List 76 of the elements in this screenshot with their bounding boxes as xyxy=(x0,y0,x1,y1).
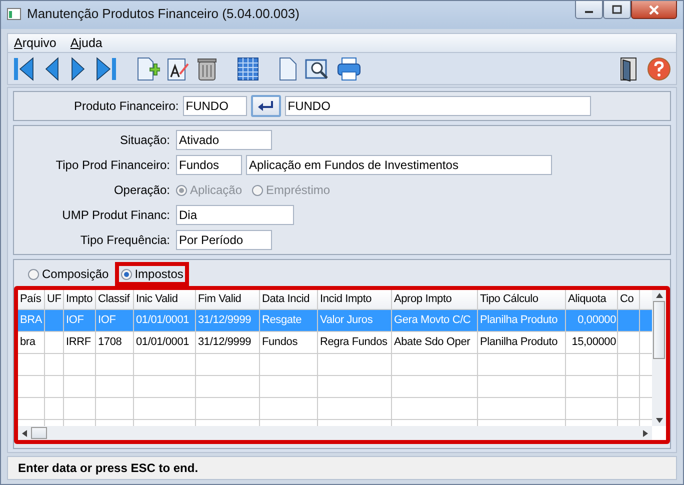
column-header[interactable]: Tipo Cálculo xyxy=(478,290,566,310)
tab-radio[interactable]: Composição xyxy=(22,262,115,286)
field-label: Situação: xyxy=(118,133,170,148)
table-cell: IOF xyxy=(64,310,96,332)
close-button[interactable] xyxy=(631,1,677,19)
table-cell: Planilha Produto xyxy=(478,310,566,332)
column-header[interactable]: UF xyxy=(45,290,64,310)
column-header[interactable]: Inic Valid xyxy=(134,290,196,310)
input-field[interactable]: Fundos xyxy=(176,155,242,176)
enter-arrow-icon xyxy=(256,100,275,112)
input-field[interactable]: Por Período xyxy=(176,230,272,250)
column-header[interactable]: Impto xyxy=(64,290,96,310)
column-header[interactable]: Data Incid xyxy=(260,290,318,310)
printer-icon[interactable] xyxy=(336,56,362,82)
field-label: Operação: xyxy=(112,183,170,198)
minimize-button[interactable] xyxy=(575,1,603,19)
table-cell: 15,00000 xyxy=(566,332,618,354)
field-label: Tipo Frequência: xyxy=(79,233,170,248)
maximize-button[interactable] xyxy=(603,1,631,19)
field-label: UMP Produt Financ: xyxy=(61,208,170,222)
scrollbar-thumb[interactable] xyxy=(653,301,665,360)
column-header[interactable]: Fim Valid xyxy=(196,290,260,310)
window-icon xyxy=(7,8,21,20)
table-cell: 0,00000 xyxy=(566,310,618,332)
field-label: Tipo Prod Financeiro: xyxy=(54,158,170,172)
table-cell: bra xyxy=(18,332,45,354)
field-label: Produto Financeiro: xyxy=(74,99,179,114)
edit-text-icon[interactable] xyxy=(166,56,190,82)
product-description-field[interactable]: FUNDO xyxy=(284,96,591,116)
close-icon xyxy=(648,4,660,14)
lookup-button[interactable] xyxy=(250,95,281,118)
scrollbar-thumb[interactable] xyxy=(31,427,47,440)
scroll-down-icon[interactable] xyxy=(656,418,662,424)
table-row[interactable]: bra IRRF 1708 01/01/0001 31/12/9999 Fundos Regra Fundos Abate Sdo Oper Planilha Produto 15,00000 xyxy=(18,332,652,354)
status-bar: Enter data or press ESC to end. xyxy=(7,456,677,480)
calendar-grid-icon[interactable] xyxy=(236,56,260,82)
maximize-icon xyxy=(612,5,622,14)
last-record-icon[interactable] xyxy=(94,56,118,82)
column-header[interactable]: Classif xyxy=(96,290,134,310)
table-cell: Valor Juros xyxy=(318,310,392,332)
column-header[interactable]: Co xyxy=(618,290,640,310)
column-header[interactable]: Aprop Impto xyxy=(392,290,478,310)
table-cell: Gera Movto C/C xyxy=(392,310,478,332)
add-document-icon[interactable] xyxy=(136,56,160,82)
scroll-left-icon[interactable] xyxy=(22,430,27,437)
table-cell: Regra Fundos xyxy=(318,332,392,354)
scroll-up-icon[interactable] xyxy=(656,293,662,298)
table-cell: IOF xyxy=(96,310,134,332)
table-cell: IRRF xyxy=(64,332,96,354)
table-cell: 31/12/9999 xyxy=(196,332,260,354)
column-header[interactable]: País xyxy=(18,290,45,310)
input-field[interactable]: Dia xyxy=(176,205,294,226)
table-cell: 01/01/0001 xyxy=(134,310,196,332)
window-title: Manutenção Produtos Financeiro (5.04.00.003) xyxy=(27,6,300,22)
first-record-icon[interactable] xyxy=(12,56,36,82)
blank-document-icon[interactable] xyxy=(278,56,298,82)
horizontal-scrollbar[interactable] xyxy=(18,426,652,440)
column-header[interactable]: Aliquota xyxy=(566,290,618,310)
table-cell: 01/01/0001 xyxy=(134,332,196,354)
product-code-field[interactable]: FUNDO xyxy=(182,96,247,116)
table-cell: Resgate xyxy=(260,310,318,332)
menu-item[interactable]: Arquivo xyxy=(14,36,56,50)
table-cell: 1708 xyxy=(96,332,134,354)
trash-icon[interactable] xyxy=(196,56,218,82)
table-cell: Planilha Produto xyxy=(478,332,566,354)
menu-item[interactable]: Ajuda xyxy=(70,36,102,50)
column-header[interactable]: Incid Impto xyxy=(318,290,392,310)
table-cell: BRA xyxy=(18,310,45,332)
input-field[interactable]: Ativado xyxy=(176,130,272,150)
scroll-right-icon[interactable] xyxy=(643,430,648,437)
input-field[interactable]: Aplicação em Fundos de Investimentos xyxy=(246,155,552,176)
table-cell: Abate Sdo Oper xyxy=(392,332,478,354)
table-cell: 31/12/9999 xyxy=(196,310,260,332)
table-cell: Fundos xyxy=(260,332,318,354)
vertical-scrollbar[interactable] xyxy=(652,290,666,426)
help-icon[interactable] xyxy=(646,56,672,82)
